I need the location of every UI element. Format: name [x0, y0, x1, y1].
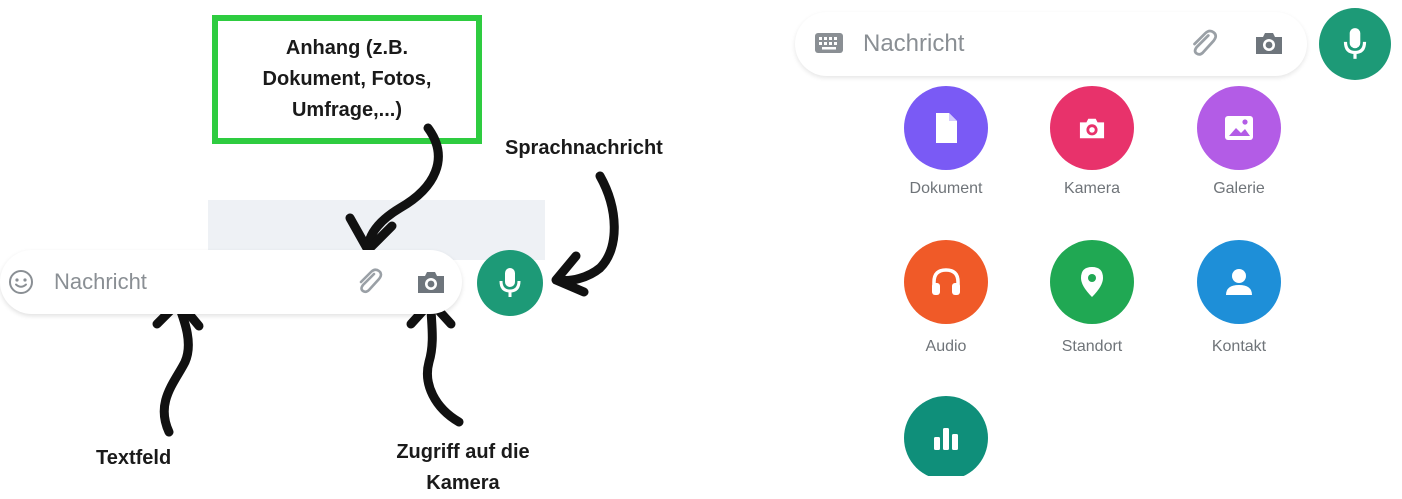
headphones-icon [932, 268, 960, 295]
attachment-poll-button[interactable] [904, 396, 988, 480]
message-input-expanded[interactable]: Nachricht [863, 30, 964, 58]
attachment-contact-label: Kontakt [1211, 338, 1267, 355]
bottom-crop [890, 476, 1002, 495]
attachment-gallery-circle [1197, 86, 1281, 170]
attachment-camera-label: Kamera [1063, 180, 1121, 197]
attachment-contact-circle [1197, 240, 1281, 324]
attachment-audio-circle [904, 240, 988, 324]
paperclip-icon[interactable] [1185, 26, 1221, 62]
microphone-icon [1343, 28, 1367, 59]
document-icon [936, 113, 957, 143]
attachment-document-button[interactable] [904, 86, 988, 170]
attachment-camera-circle [1050, 86, 1134, 170]
poll-icon [934, 428, 958, 450]
gallery-icon [1225, 116, 1253, 140]
message-compose-bar: Nachricht [0, 250, 462, 314]
camera-icon [1079, 118, 1105, 139]
attachment-location-button[interactable] [1050, 240, 1134, 324]
voice-message-button[interactable] [477, 250, 543, 316]
attachment-location-circle [1050, 240, 1134, 324]
voice-message-button-expanded[interactable] [1319, 8, 1391, 80]
camera-icon[interactable] [415, 268, 447, 296]
attachment-callout-text: Anhang (z.B. Dokument, Fotos, Umfrage,..… [262, 37, 432, 121]
attachment-document-label: Dokument [909, 180, 983, 197]
attachment-gallery-label: Galerie [1213, 180, 1265, 197]
textfield-annotation: Textfeld [96, 447, 172, 469]
attachment-contact-button[interactable] [1197, 240, 1281, 324]
message-compose-bar-expanded: Nachricht [795, 12, 1307, 76]
microphone-icon [499, 268, 521, 297]
location-pin-icon [1081, 267, 1103, 297]
contact-icon [1226, 269, 1252, 295]
textfield-arrow-icon [152, 297, 204, 437]
attachment-location-label: Standort [1061, 338, 1123, 355]
keyboard-icon[interactable] [815, 33, 843, 53]
paperclip-icon[interactable] [352, 265, 386, 299]
attachment-document-circle [904, 86, 988, 170]
camera-access-annotation: Zugriff auf die Kamera [396, 441, 530, 494]
voice-arrow-icon [551, 171, 619, 297]
voice-message-annotation: Sprachnachricht [505, 137, 663, 159]
attachment-audio-button[interactable] [904, 240, 988, 324]
message-input[interactable]: Nachricht [54, 269, 147, 295]
attachment-gallery-button[interactable] [1197, 86, 1281, 170]
attachment-audio-label: Audio [925, 338, 967, 355]
attachment-camera-button[interactable] [1050, 86, 1134, 170]
camera-icon[interactable] [1253, 28, 1285, 58]
emoji-icon[interactable] [8, 269, 34, 295]
attachment-arrow-icon [345, 123, 443, 255]
attachment-poll-circle [904, 396, 988, 480]
